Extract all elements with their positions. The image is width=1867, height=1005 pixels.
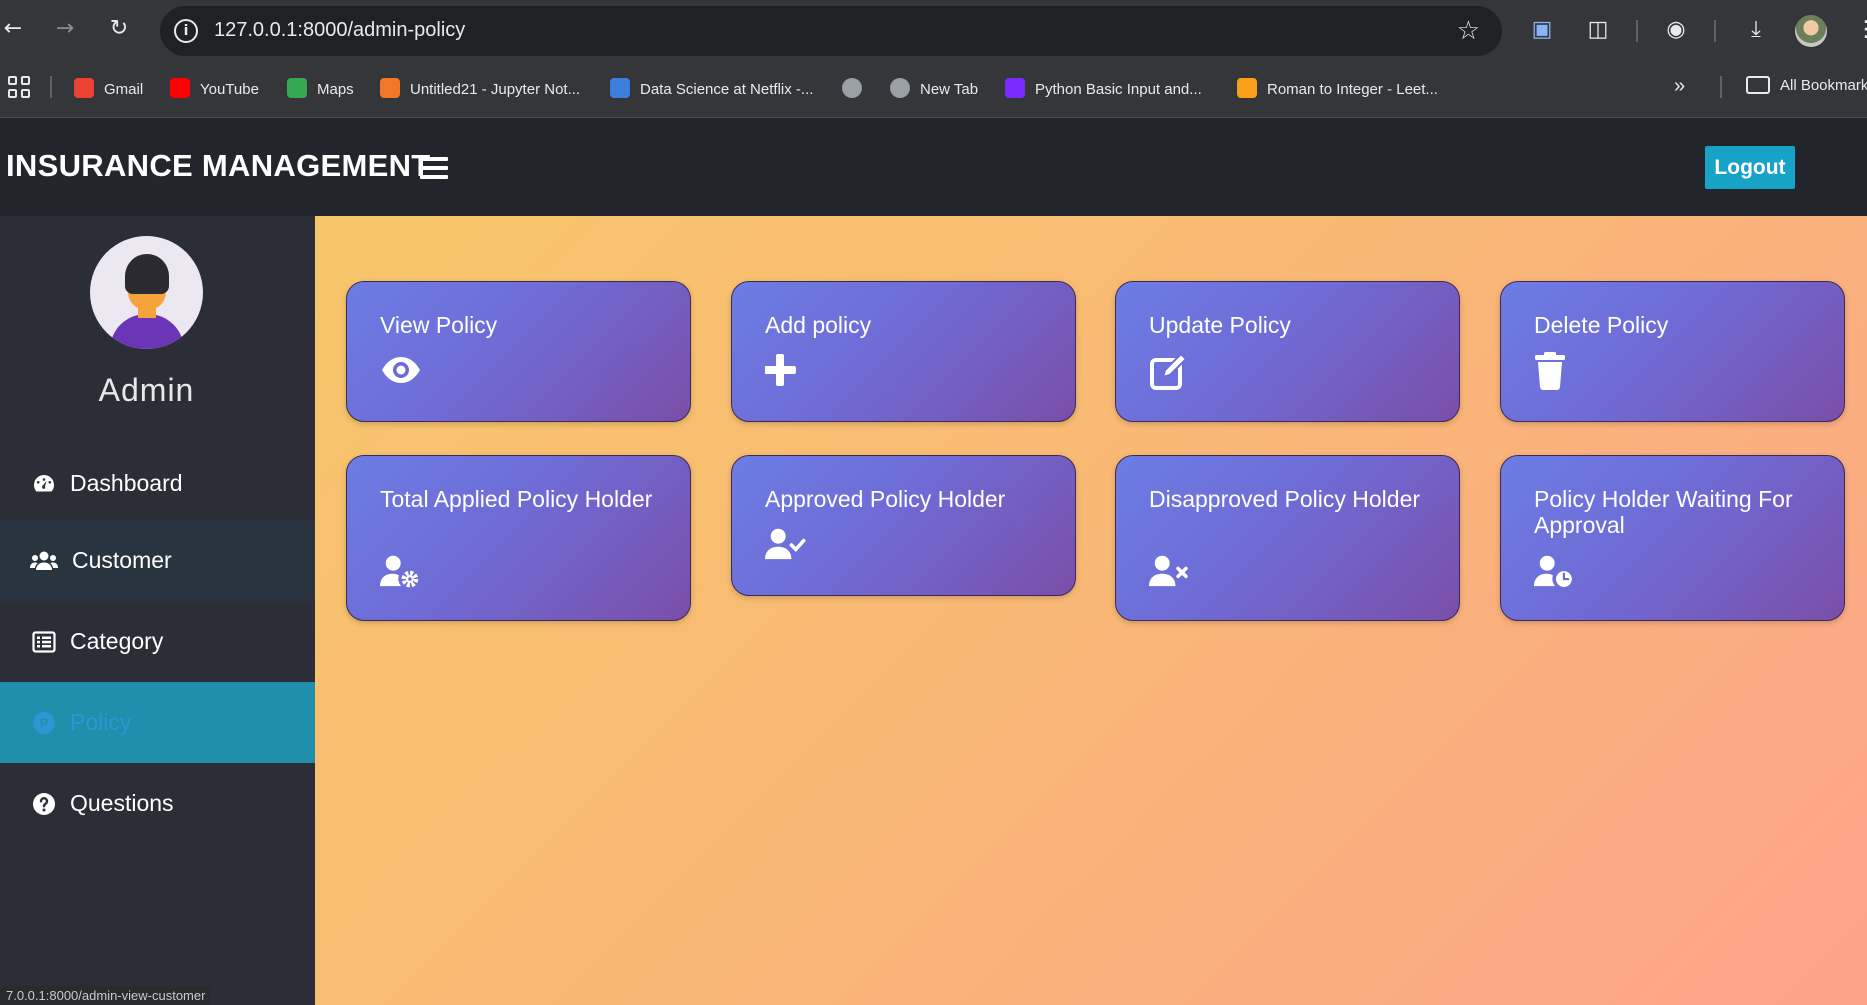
lens-icon[interactable]: ◉ [1660, 14, 1692, 46]
card-title: Update Policy [1149, 312, 1291, 338]
card-title: Disapproved Policy Holder [1149, 486, 1421, 512]
globe-icon [842, 78, 862, 98]
card-title: Policy Holder Waiting For Approval [1534, 486, 1793, 538]
card-title: Approved Policy Holder [765, 486, 1006, 512]
jupyter-icon [380, 78, 400, 98]
youtube-icon [170, 78, 190, 98]
bookmark-globe[interactable] [842, 76, 872, 104]
card-title: View Policy [380, 312, 498, 338]
hamburger-menu-icon[interactable] [420, 157, 448, 179]
bookmark-label: Data Science at Netflix -... [640, 81, 814, 98]
bookmark-star-icon[interactable]: ☆ [1457, 16, 1480, 46]
menu-kebab-icon[interactable]: ⋮ [1850, 14, 1867, 46]
logout-button[interactable]: Logout [1705, 146, 1795, 189]
bookmarks-divider [50, 76, 52, 98]
user-cog-icon [380, 555, 419, 588]
sidebar-item-label: Questions [70, 790, 174, 816]
bookmarks-bar: Gmail YouTube Maps Untitled21 - Jupyter Not… [0, 62, 1867, 118]
sidebar-item-questions[interactable]: Questions [0, 763, 315, 844]
bookmark-python[interactable]: Python Basic Input and... [1005, 76, 1202, 104]
sidebar-item-customer[interactable]: Customer [0, 520, 315, 601]
app-header: INSURANCE MANAGEMENT [0, 118, 1867, 216]
bookmark-new[interactable]: New Tab [890, 76, 978, 104]
python-icon [1005, 78, 1025, 98]
card-title: Total Applied Policy Holder [380, 486, 653, 512]
gmail-icon [74, 78, 94, 98]
policy-p-icon: P [33, 712, 55, 734]
bookmark-label: Untitled21 - Jupyter Not... [410, 81, 581, 98]
delete-policy-card[interactable]: Delete Policy [1500, 281, 1845, 422]
bookmark-label: New Tab [920, 81, 979, 98]
approved-policy-holder-card[interactable]: Approved Policy Holder [731, 455, 1076, 596]
plus-icon [765, 354, 796, 386]
screenshot-icon[interactable]: ▣ [1526, 14, 1558, 46]
question-circle-icon [33, 793, 55, 815]
apps-grid-icon[interactable] [8, 76, 30, 98]
bookmark-label: Roman to Integer - Leet... [1267, 81, 1438, 98]
sidebar-item-label: Customer [72, 547, 172, 573]
update-policy-card[interactable]: Update Policy [1115, 281, 1460, 422]
trash-icon [1535, 352, 1565, 390]
card-title: Add policy [765, 312, 872, 338]
card-title: Delete Policy [1534, 312, 1669, 338]
user-clock-icon [1534, 555, 1572, 587]
dashboard-gauge-icon [34, 475, 54, 492]
user-name: Admin [98, 372, 195, 408]
users-icon [30, 551, 58, 570]
bookmark-label: Maps [317, 81, 354, 98]
bookmark-label: YouTube [200, 81, 259, 98]
main-content: View Policy Add policy Update Policy Del… [315, 216, 1867, 1005]
edit-icon [1150, 352, 1188, 390]
bookmark-data[interactable]: Data Science at Netflix -... [610, 76, 813, 104]
bookmark-gmail[interactable]: Gmail [74, 76, 143, 104]
all-bookmarks-label: All Bookmarks [1780, 77, 1867, 94]
bookmark-label: Python Basic Input and... [1035, 81, 1202, 98]
folder-icon [1746, 76, 1770, 94]
sidebar: Admin Dashboard Customer Category P Poli… [0, 216, 315, 1005]
bookmark-maps[interactable]: Maps [287, 76, 354, 104]
user-check-icon [765, 528, 806, 560]
eye-icon [382, 357, 420, 383]
sidebar-item-category[interactable]: Category [0, 601, 315, 682]
leetcode-icon [1237, 78, 1257, 98]
list-icon [32, 631, 56, 653]
toolbar-divider [1714, 20, 1716, 42]
status-bar-url: 7.0.0.1:8000/admin-view-customer [0, 986, 212, 1005]
site-info-icon[interactable]: i [174, 19, 198, 43]
profile-avatar[interactable] [1795, 15, 1827, 47]
sidebar-item-label: Dashboard [70, 470, 183, 496]
sidebar-item-dashboard[interactable]: Dashboard [0, 443, 315, 524]
extensions-puzzle-icon[interactable]: ◫ [1582, 14, 1614, 46]
reload-icon[interactable]: ↻ [104, 14, 134, 44]
bookmark-youtube[interactable]: YouTube [170, 76, 259, 104]
browser-toolbar: ← → ↻ i 127.0.0.1:8000/admin-policy ☆ ▣ … [0, 0, 1867, 62]
sidebar-item-label: Policy [70, 709, 132, 735]
svg-text:P: P [40, 716, 49, 731]
add-policy-card[interactable]: Add policy [731, 281, 1076, 422]
toolbar-divider [1636, 20, 1638, 42]
avatar [90, 236, 203, 349]
bookmarks-divider [1720, 76, 1722, 98]
policy-holder-waiting-card[interactable]: Policy Holder Waiting For Approval [1500, 455, 1845, 621]
bookmark-untitled21[interactable]: Untitled21 - Jupyter Not... [380, 76, 580, 104]
more-bookmarks-chevron-icon[interactable]: » [1674, 76, 1685, 104]
address-bar[interactable]: i 127.0.0.1:8000/admin-policy ☆ [160, 6, 1502, 56]
total-applied-policy-holder-card[interactable]: Total Applied Policy Holder [346, 455, 691, 621]
view-policy-card[interactable]: View Policy [346, 281, 691, 422]
disapproved-policy-holder-card[interactable]: Disapproved Policy Holder [1115, 455, 1460, 621]
forward-icon[interactable]: → [50, 14, 80, 44]
globe-icon [890, 78, 910, 98]
sidebar-item-policy[interactable]: P Policy [0, 682, 315, 763]
all-bookmarks[interactable]: All Bookmarks [1746, 76, 1867, 104]
bookmark-label: Gmail [104, 81, 144, 98]
sidebar-item-label: Category [70, 628, 164, 654]
bookmark-roman[interactable]: Roman to Integer - Leet... [1237, 76, 1438, 104]
netflix-icon [610, 78, 630, 98]
maps-icon [287, 78, 307, 98]
address-url[interactable]: 127.0.0.1:8000/admin-policy [214, 19, 465, 42]
brand-title: INSURANCE MANAGEMENT [6, 148, 431, 183]
back-icon[interactable]: ← [0, 14, 28, 44]
user-times-icon [1149, 555, 1188, 587]
download-icon[interactable]: ⤓ [1740, 14, 1772, 46]
